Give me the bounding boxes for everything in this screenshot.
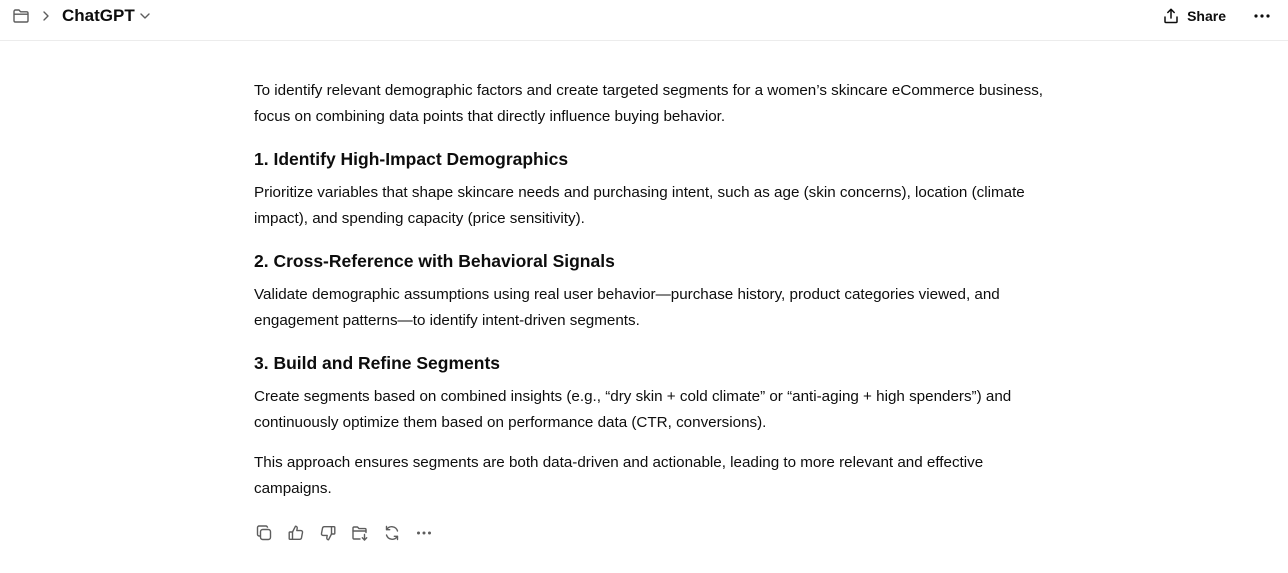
section-text: Validate demographic assumptions using r… [254,286,1000,329]
share-button[interactable]: Share [1162,7,1226,25]
section-text: Create segments based on combined insigh… [254,388,1012,431]
top-bar-right: Share [1162,5,1272,27]
top-bar: ChatGPT Share [0,0,1288,41]
section-heading: 2. Cross-Reference with Behavioral Signa… [254,251,615,271]
closing-paragraph: This approach ensures segments are both … [254,454,984,497]
share-icon [1162,7,1180,25]
top-bar-left: ChatGPT [12,5,151,27]
regenerate-icon[interactable] [382,523,402,543]
thumbs-down-icon[interactable] [318,523,338,543]
intro-paragraph: To identify relevant demographic factors… [254,82,1044,125]
more-icon[interactable] [414,523,434,543]
thumbs-up-icon[interactable] [286,523,306,543]
folder-icon[interactable] [12,7,30,25]
assistant-message: To identify relevant demographic factors… [254,78,1044,502]
chevron-down-icon[interactable] [139,10,151,22]
section-text: Prioritize variables that shape skincare… [254,184,1025,227]
section-heading: 3. Build and Refine Segments [254,353,501,373]
section-heading: 1. Identify High-Impact Demographics [254,149,569,169]
chevron-right-icon [40,10,52,22]
share-label: Share [1187,8,1226,24]
copy-icon[interactable] [254,523,274,543]
more-icon[interactable] [1252,6,1272,26]
canvas-icon[interactable] [350,523,370,543]
model-selector[interactable]: ChatGPT [62,6,135,26]
message-actions [254,523,446,543]
